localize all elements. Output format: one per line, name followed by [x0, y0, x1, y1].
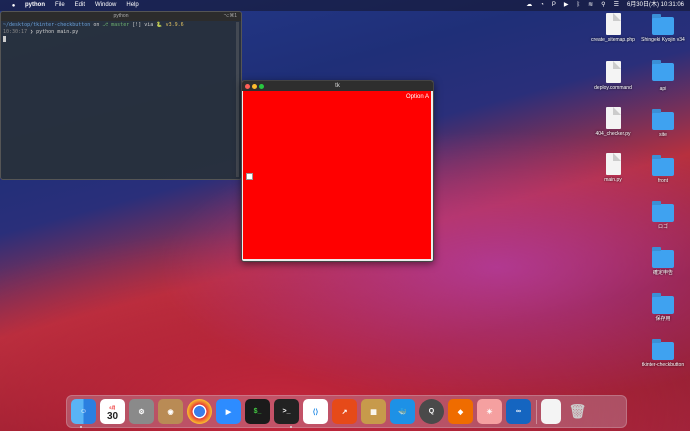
python-file-icon	[605, 153, 621, 175]
tk-red-area: Option A	[243, 91, 431, 259]
desktop-folder-tax[interactable]: 確定申告	[633, 247, 690, 276]
desktop-folder-shingeki[interactable]: Shingeki Kyojin v34	[633, 14, 690, 43]
python-icon: 🐍	[156, 22, 163, 28]
folder-icon	[652, 14, 674, 35]
control-center-icon[interactable]: ☰	[614, 0, 619, 11]
recent-document-icon[interactable]	[541, 399, 561, 424]
terminal-line-2: 10:30:17 ❯ python main.py	[3, 29, 79, 35]
status-icon-cloud[interactable]: ☁	[526, 0, 532, 11]
terminal-titlebar[interactable]: python ⌥⌘1	[1, 12, 241, 21]
sourcetree-icon[interactable]: ◆	[448, 399, 473, 424]
folder-icon	[652, 293, 674, 314]
chrome-icon[interactable]	[187, 399, 212, 424]
finder-icon[interactable]: ☺	[71, 399, 96, 424]
trash-icon[interactable]: 🗑	[565, 399, 590, 424]
tk-title: tk	[335, 83, 340, 89]
option-checkbox[interactable]	[246, 173, 253, 180]
terminal-line-1: ~/desktop/tkinter-checkbutton on ⎇ maste…	[3, 22, 184, 28]
bluetooth-icon[interactable]: ᛒ	[577, 0, 581, 11]
archive-icon[interactable]: ▦	[361, 399, 386, 424]
folder-icon	[652, 155, 674, 176]
status-icon-p[interactable]: P	[552, 0, 556, 11]
terminal-size: ⌥⌘1	[223, 13, 237, 19]
minimize-button[interactable]	[252, 84, 257, 89]
menu-app-name[interactable]: python	[25, 0, 45, 11]
desktop-folder-api[interactable]: api	[633, 64, 690, 92]
running-indicator	[290, 426, 292, 428]
php-file-icon	[605, 13, 621, 35]
menu-help[interactable]: Help	[126, 0, 138, 11]
shell-file-icon	[605, 61, 621, 83]
instruments-icon[interactable]: ↗	[332, 399, 357, 424]
terminal-scrollbar[interactable]	[236, 22, 239, 177]
option-a-label[interactable]: Option A	[406, 94, 429, 100]
status-icon-play[interactable]: ▶	[564, 0, 569, 11]
tk-titlebar[interactable]: tk	[242, 81, 433, 91]
zoom-button[interactable]	[259, 84, 264, 89]
wifi-icon[interactable]: ≋	[588, 0, 593, 11]
desktop-folder-logo[interactable]: ロゴ	[633, 201, 690, 230]
menu-status-area: ☁ ◔ P ▶ ᛒ ≋ ⚲ ☰ 6月30日(木) 10:31:06	[518, 0, 684, 11]
terminal-icon[interactable]: >_	[274, 399, 299, 424]
activity-monitor-icon[interactable]: $_	[245, 399, 270, 424]
preview-icon[interactable]: ☀	[477, 399, 502, 424]
folder-icon	[652, 339, 674, 360]
folder-icon	[652, 109, 674, 130]
running-indicator	[80, 426, 82, 428]
close-button[interactable]	[245, 84, 250, 89]
desktop-folder-archive[interactable]: 保存用	[633, 293, 690, 322]
dock: ☺ 6月 30 ⚙ ◉ ▶ $_ >_ ⟨⟩ ↗ ▦ 🐳 Q ◆ ☀ ∞ 🗑	[66, 395, 627, 428]
vscode-icon[interactable]: ⟨⟩	[303, 399, 328, 424]
terminal-cursor	[3, 36, 6, 42]
desktop-folder-front[interactable]: front	[633, 155, 690, 184]
terminal-window: python ⌥⌘1 ~/desktop/tkinter-checkbutton…	[0, 11, 242, 180]
quicktime-icon[interactable]: Q	[419, 399, 444, 424]
menu-file[interactable]: File	[55, 0, 65, 11]
desktop-folder-tkinter[interactable]: tkinter-checkbutton	[633, 339, 690, 368]
zoom-icon[interactable]: ▶	[216, 399, 241, 424]
infinity-icon[interactable]: ∞	[506, 399, 531, 424]
search-icon[interactable]: ⚲	[601, 0, 605, 11]
terminal-cursor-line	[3, 36, 239, 45]
status-icon-timer[interactable]: ◔	[540, 0, 544, 11]
folder-icon	[652, 201, 674, 222]
apple-menu-icon[interactable]: ●	[10, 3, 17, 9]
terminal-output[interactable]: ~/desktop/tkinter-checkbutton on ⎇ maste…	[1, 21, 241, 46]
menu-edit[interactable]: Edit	[75, 0, 85, 11]
docker-icon[interactable]: 🐳	[390, 399, 415, 424]
terminal-title: python	[113, 13, 129, 19]
menu-bar: ● python File Edit Window Help ☁ ◔ P ▶ ᛒ…	[0, 0, 690, 11]
menu-window[interactable]: Window	[95, 0, 116, 11]
dock-separator	[536, 399, 537, 424]
git-branch-icon: ⎇	[102, 22, 109, 28]
tk-window: tk Option A	[241, 80, 434, 262]
calendar-icon[interactable]: 6月 30	[100, 399, 125, 424]
contacts-icon[interactable]: ◉	[158, 399, 183, 424]
folder-icon	[652, 247, 674, 268]
python-file-icon	[605, 107, 621, 129]
system-preferences-icon[interactable]: ⚙	[129, 399, 154, 424]
desktop-folder-site[interactable]: site	[633, 109, 690, 138]
clock[interactable]: 6月30日(木) 10:31:06	[627, 0, 684, 11]
